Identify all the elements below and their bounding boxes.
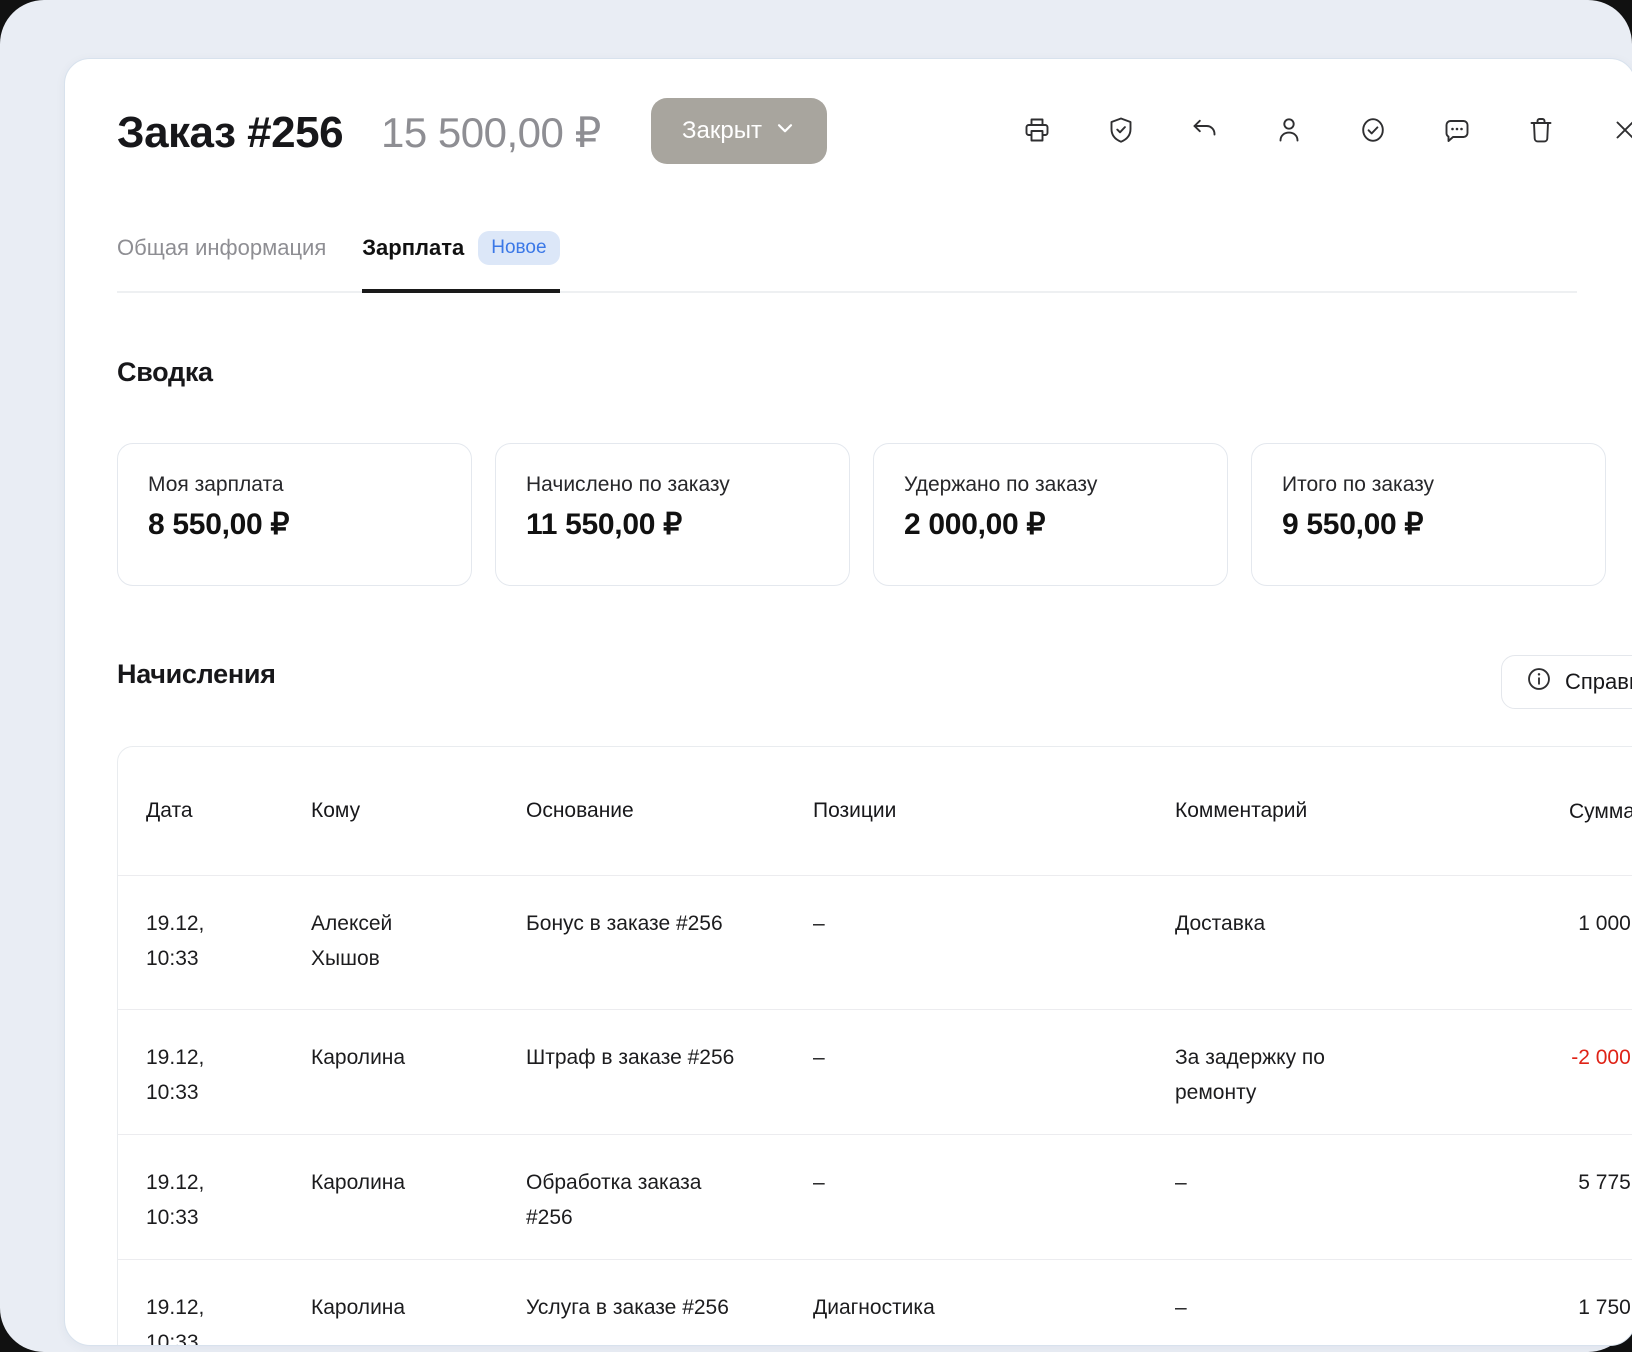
- card-value: 2 000,00 ₽: [904, 507, 1197, 542]
- cell-reason: Бонус в заказе #256: [526, 906, 738, 941]
- card-label: Итого по заказу: [1282, 473, 1575, 497]
- table-row[interactable]: 19.12, 10:33 Алексей Хышов Бонус в заказ…: [118, 875, 1632, 1009]
- help-button-label: Справка: [1565, 669, 1632, 695]
- accruals-heading: Начисления: [117, 659, 276, 690]
- table-row[interactable]: 19.12, 10:33 Каролина Обработка заказа #…: [118, 1134, 1632, 1259]
- card-value: 8 550,00 ₽: [148, 507, 441, 542]
- page-title: Заказ #256: [117, 108, 343, 158]
- close-icon[interactable]: [1609, 114, 1632, 146]
- cell-date: 19.12, 10:33: [146, 1040, 218, 1110]
- page-background: Заказ #256 15 500,00 ₽ Закрыт: [0, 0, 1632, 1352]
- column-header-to: Кому: [311, 799, 526, 823]
- shield-check-icon[interactable]: [1105, 114, 1137, 146]
- cell-comment: –: [1175, 1290, 1360, 1325]
- cell-reason: Обработка заказа #256: [526, 1165, 738, 1235]
- cell-to: Алексей Хышов: [311, 906, 433, 976]
- order-status-label: Закрыт: [682, 117, 762, 145]
- column-header-date: Дата: [146, 799, 311, 823]
- cell-reason: Услуга в заказе #256: [526, 1290, 738, 1325]
- cell-to: Каролина: [311, 1290, 433, 1325]
- column-header-sum: Сумма, ₽: [1480, 799, 1632, 824]
- cell-positions: –: [813, 1165, 1175, 1239]
- chevron-down-icon: [774, 117, 796, 146]
- order-status-dropdown[interactable]: Закрыт: [651, 98, 827, 164]
- card-label: Удержано по заказу: [904, 473, 1197, 497]
- order-header: Заказ #256 15 500,00 ₽ Закрыт: [117, 98, 1632, 178]
- cell-date: 19.12, 10:33: [146, 1290, 218, 1346]
- cell-date: 19.12, 10:33: [146, 906, 218, 976]
- column-header-positions: Позиции: [813, 799, 1175, 823]
- cell-positions: Диагностика: [813, 1290, 1175, 1346]
- cell-comment: За задержку по ремонту: [1175, 1040, 1360, 1110]
- cell-to: Каролина: [311, 1165, 433, 1200]
- card-value: 9 550,00 ₽: [1282, 507, 1575, 542]
- cell-sum: 1 750,00: [1480, 1290, 1632, 1346]
- trash-icon[interactable]: [1525, 114, 1557, 146]
- printer-icon[interactable]: [1021, 114, 1053, 146]
- summary-card-accrued: Начислено по заказу 11 550,00 ₽: [495, 443, 850, 586]
- cell-comment: –: [1175, 1165, 1360, 1200]
- summary-cards: Моя зарплата 8 550,00 ₽ Начислено по зак…: [117, 443, 1606, 586]
- cell-positions: –: [813, 906, 1175, 989]
- help-button[interactable]: Справка: [1501, 655, 1632, 709]
- order-total-amount: 15 500,00 ₽: [381, 108, 601, 157]
- summary-card-withheld: Удержано по заказу 2 000,00 ₽: [873, 443, 1228, 586]
- tab-label: Общая информация: [117, 235, 326, 261]
- column-header-comment: Комментарий: [1175, 799, 1480, 823]
- cell-sum: 1 000,00: [1480, 906, 1632, 989]
- card-value: 11 550,00 ₽: [526, 507, 819, 542]
- new-badge: Новое: [478, 231, 559, 265]
- comment-icon[interactable]: [1441, 114, 1473, 146]
- card-label: Начислено по заказу: [526, 473, 819, 497]
- tab-general-info[interactable]: Общая информация: [117, 231, 326, 293]
- cell-positions: –: [813, 1040, 1175, 1114]
- check-circle-icon[interactable]: [1357, 114, 1389, 146]
- order-panel: Заказ #256 15 500,00 ₽ Закрыт: [64, 58, 1632, 1346]
- summary-card-my-salary: Моя зарплата 8 550,00 ₽: [117, 443, 472, 586]
- cell-date: 19.12, 10:33: [146, 1165, 218, 1235]
- cell-sum: 5 775,00: [1480, 1165, 1632, 1239]
- tab-label: Зарплата: [362, 235, 464, 261]
- header-actions: [1021, 114, 1632, 146]
- accruals-table: Дата Кому Основание Позиции Комментарий …: [117, 746, 1632, 1346]
- table-header-row: Дата Кому Основание Позиции Комментарий …: [118, 747, 1632, 875]
- info-icon: [1526, 666, 1552, 698]
- card-label: Моя зарплата: [148, 473, 441, 497]
- undo-icon[interactable]: [1189, 114, 1221, 146]
- user-icon[interactable]: [1273, 114, 1305, 146]
- table-row[interactable]: 19.12, 10:33 Каролина Штраф в заказе #25…: [118, 1009, 1632, 1134]
- cell-to: Каролина: [311, 1040, 433, 1075]
- cell-reason: Штраф в заказе #256: [526, 1040, 738, 1075]
- tab-bar: Общая информация Зарплата Новое: [117, 231, 1577, 293]
- summary-heading: Сводка: [117, 357, 213, 388]
- cell-comment: Доставка: [1175, 906, 1360, 941]
- summary-card-total: Итого по заказу 9 550,00 ₽: [1251, 443, 1606, 586]
- column-header-reason: Основание: [526, 799, 813, 823]
- table-row[interactable]: 19.12, 10:33 Каролина Услуга в заказе #2…: [118, 1259, 1632, 1346]
- tab-salary[interactable]: Зарплата Новое: [362, 231, 559, 293]
- cell-sum: -2 000,00: [1480, 1040, 1632, 1114]
